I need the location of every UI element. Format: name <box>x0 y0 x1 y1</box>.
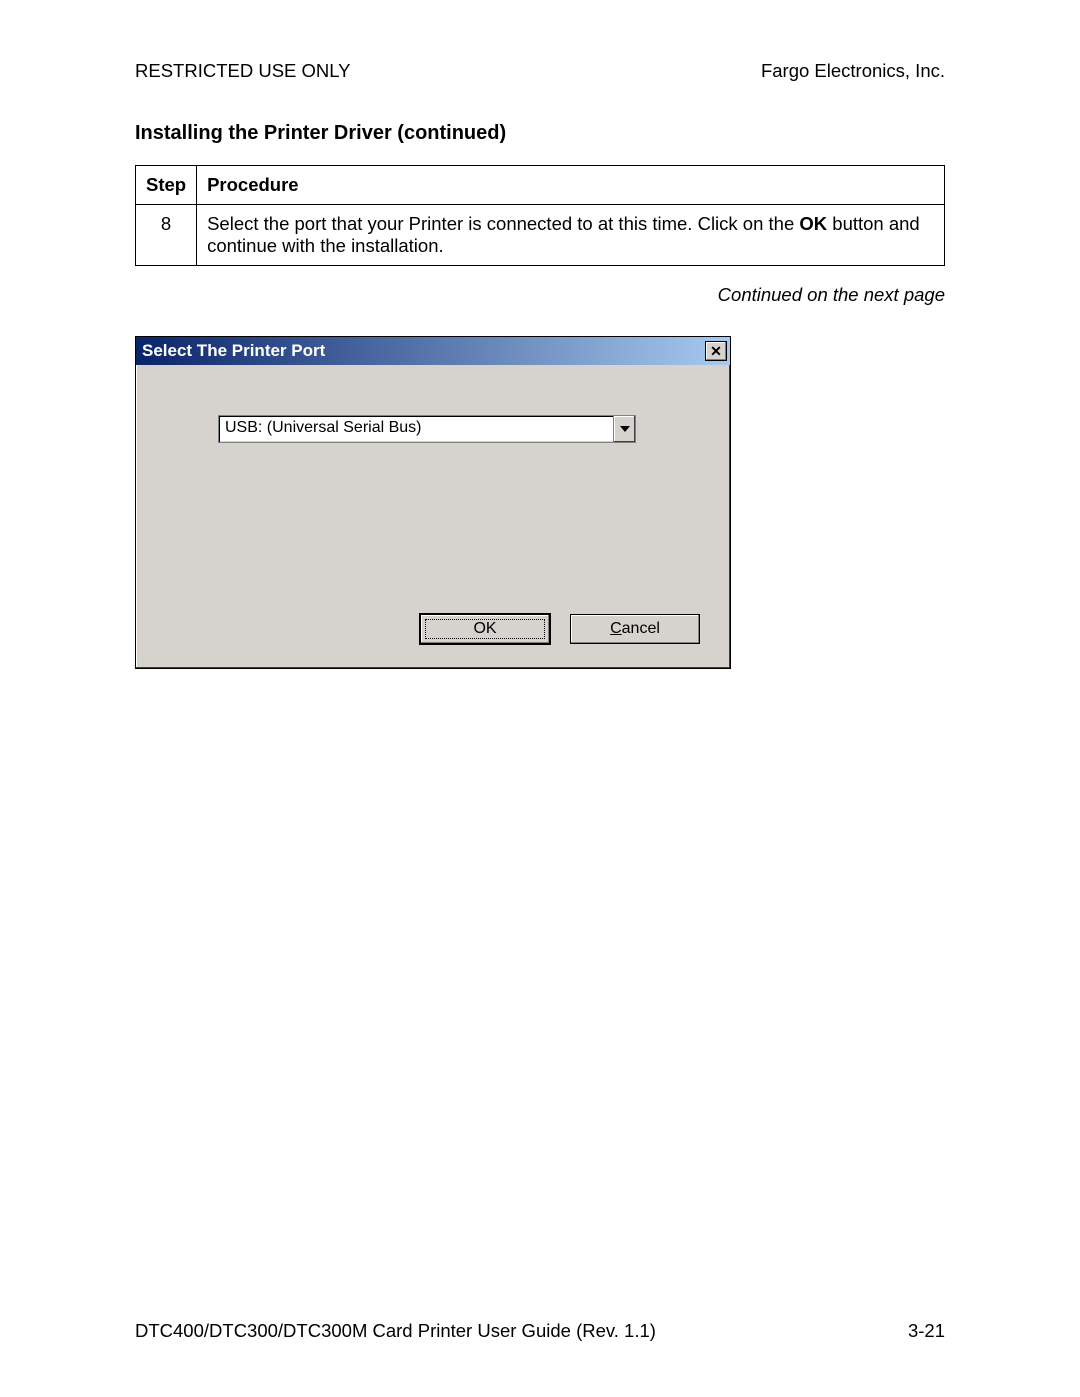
cancel-label: Cancel <box>610 620 660 638</box>
col-step: Step <box>136 166 197 205</box>
table-header-row: Step Procedure <box>136 166 945 205</box>
proc-text-pre: Select the port that your Printer is con… <box>207 213 799 234</box>
close-icon: ✕ <box>710 344 722 358</box>
footer-right: 3-21 <box>908 1320 945 1342</box>
table-row: 8 Select the port that your Printer is c… <box>136 205 945 266</box>
select-printer-port-dialog: Select The Printer Port ✕ USB: (Universa… <box>135 336 731 669</box>
port-dropdown[interactable]: USB: (Universal Serial Bus) <box>218 415 636 443</box>
ok-button[interactable]: OK <box>420 614 550 644</box>
dialog-button-row: OK Cancel <box>420 614 700 644</box>
dialog-title: Select The Printer Port <box>142 341 705 361</box>
procedure-table: Step Procedure 8 Select the port that yo… <box>135 165 945 266</box>
step-number: 8 <box>136 205 197 266</box>
document-page: RESTRICTED USE ONLY Fargo Electronics, I… <box>0 0 1080 1397</box>
dialog-body: USB: (Universal Serial Bus) OK Cancel <box>136 365 730 668</box>
cancel-button[interactable]: Cancel <box>570 614 700 644</box>
cancel-mnemonic: C <box>610 620 622 637</box>
proc-text-bold: OK <box>799 213 827 234</box>
col-procedure: Procedure <box>197 166 945 205</box>
continued-note: Continued on the next page <box>135 284 945 306</box>
header-left: RESTRICTED USE ONLY <box>135 60 351 82</box>
footer-left: DTC400/DTC300/DTC300M Card Printer User … <box>135 1320 656 1342</box>
ok-label: OK <box>473 620 496 638</box>
header-right: Fargo Electronics, Inc. <box>761 60 945 82</box>
page-footer: DTC400/DTC300/DTC300M Card Printer User … <box>135 1320 945 1342</box>
dialog-titlebar[interactable]: Select The Printer Port ✕ <box>136 337 730 365</box>
port-dropdown-value: USB: (Universal Serial Bus) <box>219 416 613 442</box>
page-header: RESTRICTED USE ONLY Fargo Electronics, I… <box>135 60 945 82</box>
cancel-rest: ancel <box>622 620 660 637</box>
section-title: Installing the Printer Driver (continued… <box>135 122 945 145</box>
dropdown-button[interactable] <box>613 416 635 442</box>
procedure-cell: Select the port that your Printer is con… <box>197 205 945 266</box>
close-button[interactable]: ✕ <box>705 341 727 361</box>
chevron-down-icon <box>620 426 630 432</box>
